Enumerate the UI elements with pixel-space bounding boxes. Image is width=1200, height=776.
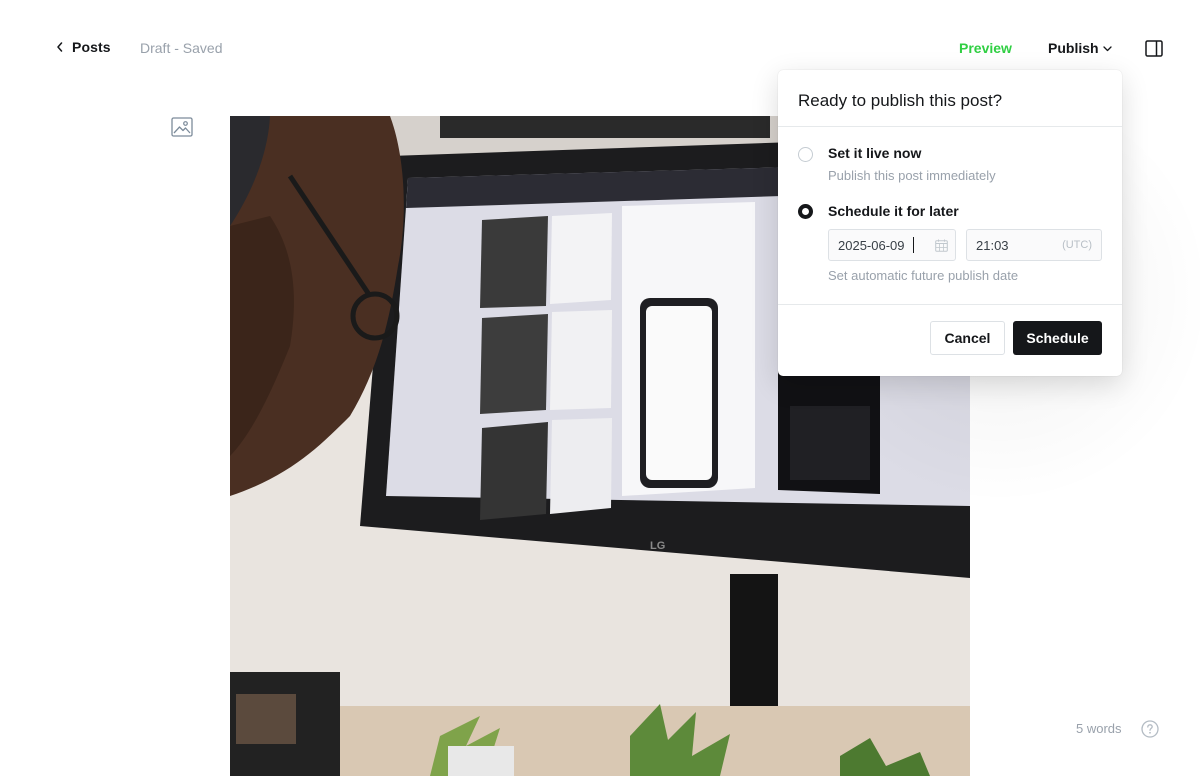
option-schedule-later[interactable]: Schedule it for later [798,203,1098,228]
option-description: Publish this post immediately [828,168,996,183]
chevron-left-icon [57,42,63,52]
schedule-date-input[interactable]: 2025-06-09 [828,229,956,261]
time-value: 21:03 [976,238,1009,253]
preview-button[interactable]: Preview [959,40,1012,56]
back-to-posts-link[interactable]: Posts [56,39,111,55]
option-label: Schedule it for later [828,203,959,219]
timezone-label: (UTC) [1062,239,1092,251]
divider [778,126,1122,127]
back-link-label: Posts [72,39,111,55]
schedule-description: Set automatic future publish date [828,268,1019,283]
option-publish-now[interactable]: Set it live now Publish this post immedi… [798,145,1098,187]
chevron-down-icon [1102,45,1112,51]
draft-status: Draft - Saved [140,40,223,56]
option-label: Set it live now [828,145,922,161]
cancel-button[interactable]: Cancel [930,321,1005,355]
image-icon[interactable] [171,116,193,138]
sidebar-panel-icon[interactable] [1145,40,1163,57]
date-value: 2025-06-09 [838,238,905,253]
popover-title: Ready to publish this post? [798,91,1003,110]
question-mark-icon[interactable] [1141,720,1159,738]
radio-schedule-later[interactable] [798,204,813,219]
schedule-button[interactable]: Schedule [1013,321,1102,355]
publish-label: Publish [1048,40,1099,56]
svg-text:LG: LG [650,540,665,552]
schedule-time-input[interactable]: 21:03 (UTC) [966,229,1102,261]
word-count: 5 words [1076,721,1122,736]
calendar-icon[interactable] [935,239,948,252]
radio-publish-now[interactable] [798,147,813,162]
text-caret [913,237,914,253]
publish-menu-button[interactable]: Publish [1048,40,1112,56]
divider [778,304,1122,305]
publish-popover: Ready to publish this post? Set it live … [778,70,1122,376]
